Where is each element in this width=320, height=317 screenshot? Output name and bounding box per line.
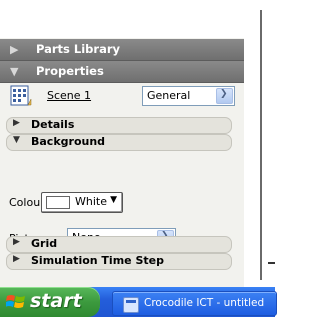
start-button[interactable]: start [0, 287, 100, 317]
scene-icon [10, 85, 32, 106]
panel-top-area [0, 0, 244, 38]
collapsed-triangle-icon: ▶ [13, 118, 20, 128]
chevron-down-icon: ❯ [220, 89, 228, 99]
section-background[interactable]: ▼ Background [6, 134, 232, 151]
section-details[interactable]: ▶ Details [6, 117, 232, 134]
divider-line [260, 10, 262, 280]
section-grid-label: Grid [31, 237, 58, 250]
category-dropdown[interactable]: General ❯ [142, 86, 235, 106]
section-background-label: Background [31, 135, 106, 148]
colour-picker-button[interactable]: White ▼ [41, 192, 123, 213]
category-value: General [147, 89, 191, 102]
start-label: start [30, 290, 82, 312]
section-grid[interactable]: ▶ Grid [6, 236, 232, 253]
collapsed-triangle-icon: ▶ [13, 254, 20, 264]
dropdown-arrow-icon: ▼ [110, 195, 117, 205]
divider-tick [268, 262, 275, 264]
taskbar-window-label: Crocodile ICT - untitled [144, 297, 265, 309]
section-details-label: Details [31, 118, 75, 131]
colour-value: White [75, 195, 107, 208]
expanded-triangle-icon: ▼ [13, 135, 20, 145]
expanded-triangle-icon: ▼ [10, 65, 19, 78]
taskbar-window-button[interactable]: Crocodile ICT - untitled [112, 291, 277, 316]
colour-swatch [46, 196, 70, 209]
parts-library-header[interactable]: ▶ Parts Library [0, 39, 244, 61]
collapsed-triangle-icon: ▶ [13, 237, 20, 247]
app-icon [123, 297, 139, 313]
scene-name-link[interactable]: Scene 1 [47, 89, 91, 102]
parts-library-label: Parts Library [36, 42, 120, 56]
section-simulation-label: Simulation Time Step [31, 254, 164, 267]
dropdown-button[interactable]: ❯ [216, 88, 233, 104]
properties-header[interactable]: ▼ Properties [0, 61, 244, 83]
collapsed-triangle-icon: ▶ [10, 43, 19, 56]
properties-label: Properties [36, 64, 104, 78]
windows-flag-icon [6, 295, 25, 308]
section-simulation[interactable]: ▶ Simulation Time Step [6, 253, 232, 270]
